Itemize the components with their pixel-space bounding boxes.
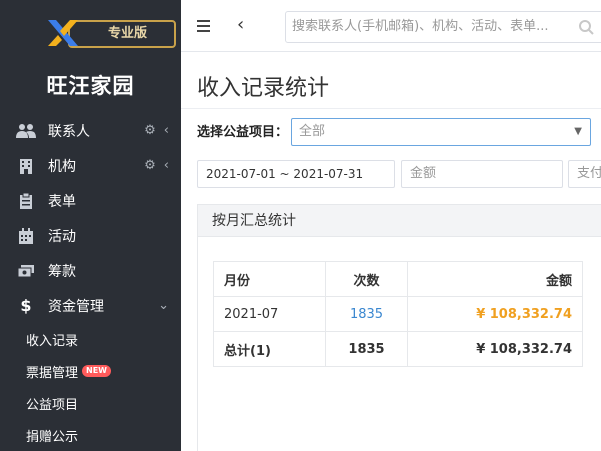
chevron-left-icon[interactable]: ‹	[164, 123, 169, 138]
building-icon	[16, 157, 36, 175]
money-icon	[16, 262, 36, 280]
x-logo-icon	[48, 20, 78, 46]
sidebar-item-label: 资金管理	[48, 298, 104, 315]
cell-total-label: 总计(1)	[213, 331, 326, 367]
main-content: 收入记录统计 选择公益项目： 全部 ▼ 2021-07-01 ~ 2021-07…	[181, 52, 601, 451]
cell-total-count: 1835	[325, 331, 408, 367]
summary-table: 月份 次数 金额 2021-07 1835 ¥ 108,332.74 总计(1)…	[213, 261, 583, 367]
table-total-row: 总计(1) 1835 ¥ 108,332.74	[213, 331, 583, 367]
sub-item-donation-disclosure[interactable]: 捐赠公示	[0, 419, 181, 451]
search-input[interactable]: 搜索联系人(手机邮箱)、机构、活动、表单...	[285, 11, 601, 43]
sidebar-item-funds[interactable]: $ 资金管理 ⌄	[0, 288, 181, 323]
payment-method-input[interactable]: 支付	[568, 160, 601, 188]
sidebar: 专业版 旺汪家园 联系人 ⚙ ‹ 机构 ⚙ ‹ 表单 活动 筹款 $ 资金管理 …	[0, 0, 181, 451]
col-count: 次数	[325, 261, 408, 297]
logo: 专业版	[40, 14, 176, 50]
sidebar-item-label: 机构	[48, 158, 76, 175]
cell-total-amount: ¥ 108,332.74	[407, 331, 583, 367]
dollar-icon: $	[20, 296, 32, 315]
date-range-input[interactable]: 2021-07-01 ~ 2021-07-31	[197, 160, 395, 188]
amount-input[interactable]: 金额	[401, 160, 563, 188]
sub-item-projects[interactable]: 公益项目	[0, 387, 181, 419]
chevron-down-icon[interactable]: ⌄	[158, 298, 169, 313]
sidebar-item-label: 筹款	[48, 263, 76, 280]
col-amount: 金额	[407, 261, 583, 297]
clipboard-icon	[16, 192, 36, 210]
cell-amount: ¥ 108,332.74	[407, 296, 583, 332]
sidebar-item-label: 活动	[48, 228, 76, 245]
divider	[181, 108, 601, 109]
page-title: 收入记录统计	[197, 76, 330, 101]
topbar: ‹ 搜索联系人(手机邮箱)、机构、活动、表单...	[181, 0, 601, 52]
hamburger-menu-icon[interactable]	[195, 17, 213, 35]
dropdown-arrow-icon: ▼	[574, 126, 582, 137]
cell-month: 2021-07	[213, 296, 326, 332]
sub-item-receipts[interactable]: 票据管理 NEW	[0, 355, 181, 387]
sidebar-item-label: 联系人	[48, 123, 90, 140]
project-filter-label: 选择公益项目：	[197, 125, 289, 140]
sidebar-item-fundraising[interactable]: 筹款	[0, 253, 181, 288]
calendar-icon	[16, 227, 36, 245]
chevron-left-icon[interactable]: ‹	[164, 158, 169, 173]
table-header-row: 月份 次数 金额	[213, 261, 583, 297]
edition-badge: 专业版	[68, 20, 176, 48]
sidebar-item-contacts[interactable]: 联系人 ⚙ ‹	[0, 113, 181, 148]
sidebar-nav: 联系人 ⚙ ‹ 机构 ⚙ ‹ 表单 活动 筹款 $ 资金管理 ⌄ 收入记录 票据…	[0, 113, 181, 451]
sub-item-income-records[interactable]: 收入记录	[0, 323, 181, 355]
sidebar-item-orgs[interactable]: 机构 ⚙ ‹	[0, 148, 181, 183]
panel-title: 按月汇总统计	[198, 205, 601, 237]
sidebar-item-label: 表单	[48, 193, 76, 210]
cell-count-link[interactable]: 1835	[325, 296, 408, 332]
col-month: 月份	[213, 261, 326, 297]
brand-title: 旺汪家园	[46, 74, 135, 98]
table-row: 2021-07 1835 ¥ 108,332.74	[213, 296, 583, 332]
sidebar-item-activities[interactable]: 活动	[0, 218, 181, 253]
monthly-summary-panel: 按月汇总统计 月份 次数 金额 2021-07 1835 ¥ 108,332.7…	[197, 204, 601, 451]
search-icon[interactable]	[578, 19, 594, 35]
users-icon	[16, 122, 36, 140]
gear-icon[interactable]: ⚙	[144, 158, 156, 173]
new-badge: NEW	[82, 365, 111, 377]
gear-icon[interactable]: ⚙	[144, 123, 156, 138]
project-select[interactable]: 全部 ▼	[291, 118, 591, 146]
sidebar-item-forms[interactable]: 表单	[0, 183, 181, 218]
back-chevron-icon[interactable]: ‹	[237, 14, 251, 36]
